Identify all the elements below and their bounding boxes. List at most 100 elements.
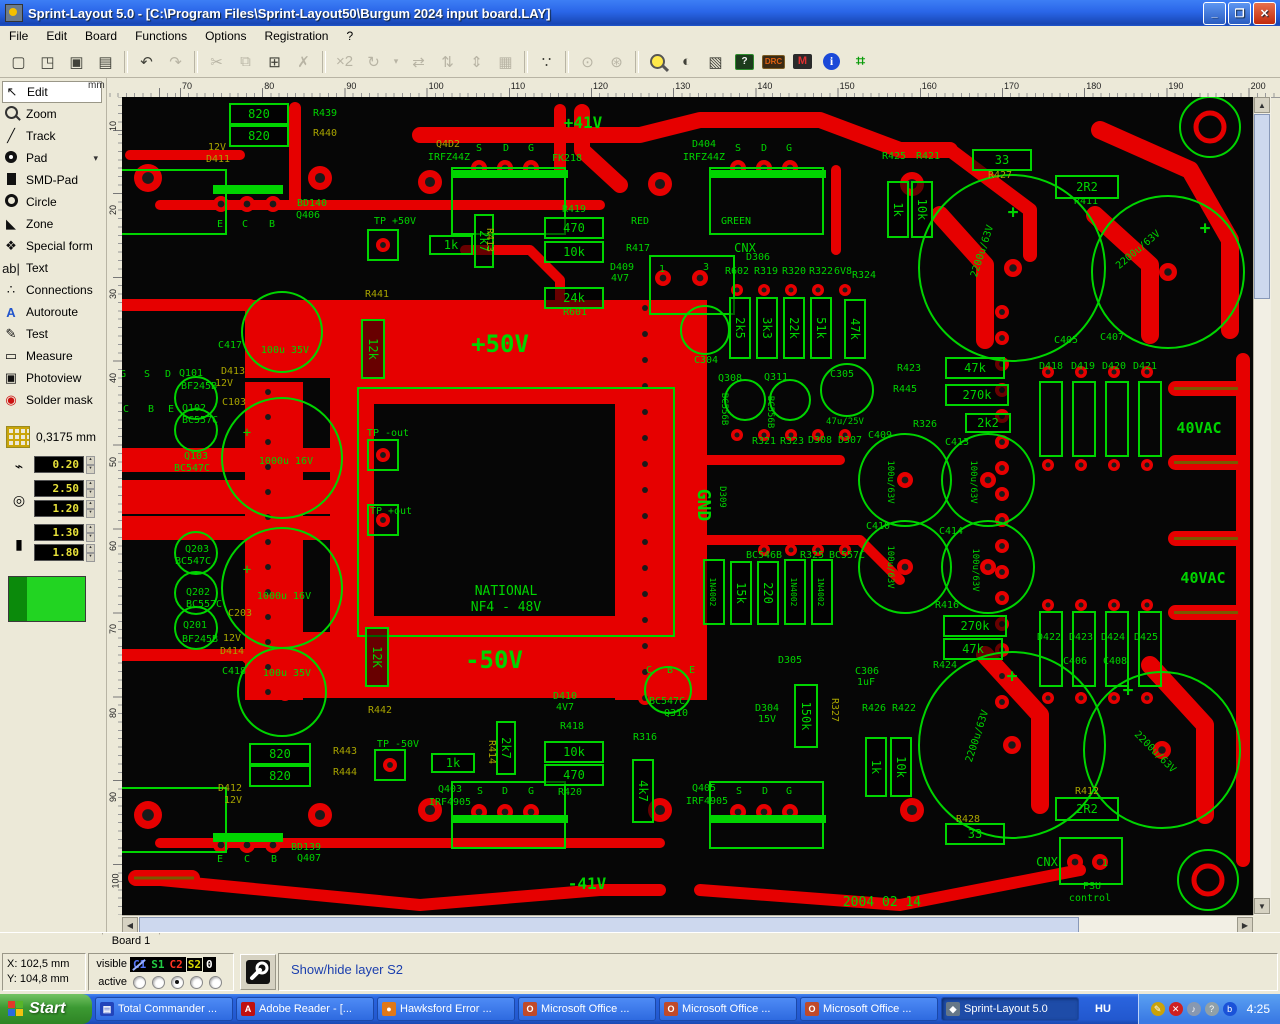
close-button[interactable]: ✕ (1253, 1, 1276, 25)
smd-size-value[interactable]: 1.30 (34, 524, 84, 541)
layer-active-radio-s1[interactable] (152, 975, 165, 989)
lock-all-button[interactable]: ⊛ (603, 48, 630, 75)
tool-solder-mask[interactable]: ◉ Solder mask (2, 389, 102, 411)
layer-active-radio-c2[interactable] (171, 975, 184, 989)
layer-chip-0[interactable]: 0 (205, 958, 214, 971)
minimize-button[interactable]: _ (1203, 1, 1226, 25)
vertical-scrollbar[interactable]: ▲ ▼ (1253, 97, 1271, 915)
layer-chip-c1[interactable]: C1 (132, 958, 147, 971)
info-button[interactable]: i (818, 48, 845, 75)
macro-button[interactable]: M (789, 48, 816, 75)
menu-file[interactable]: File (0, 27, 37, 45)
paste-button[interactable]: ⊞ (261, 48, 288, 75)
redo-button[interactable]: ↷ (162, 48, 189, 75)
undo-button[interactable]: ↶ (133, 48, 160, 75)
rotate-button[interactable]: ↻ (360, 48, 387, 75)
task-total-commander[interactable]: ▤ Total Commander ... (95, 997, 233, 1021)
tool-photoview[interactable]: ▣ Photoview (2, 367, 102, 389)
new-button[interactable]: ▢ (5, 48, 32, 75)
lock-button[interactable]: ⊙ (574, 48, 601, 75)
smd-size-spinner[interactable]: ▲ ▼ (86, 544, 95, 562)
vertical-scroll-thumb[interactable] (1254, 114, 1270, 299)
maximize-button[interactable]: ❐ (1228, 1, 1251, 25)
rotate-caret-button[interactable]: ▾ (389, 48, 403, 75)
pad-size-spinner[interactable]: ▲ ▼ (86, 480, 95, 498)
title-bar[interactable]: Sprint-Layout 5.0 - [C:\Program Files\Sp… (0, 0, 1280, 26)
menu-registration[interactable]: Registration (255, 27, 337, 45)
raster-button[interactable]: ▦ (492, 48, 519, 75)
tray-security-shield-icon[interactable]: ✕ (1168, 1002, 1183, 1016)
layer-chip-s1[interactable]: S1 (150, 958, 165, 971)
task-sprint-layout[interactable]: ◆ Sprint-Layout 5.0 (941, 997, 1079, 1021)
copy-button[interactable]: ⧉ (232, 48, 259, 75)
zoom-lens-button[interactable] (644, 48, 671, 75)
task-office[interactable]: O Microsoft Office ... (800, 997, 938, 1021)
tool-test[interactable]: ✎ Test (2, 323, 102, 345)
print-button[interactable]: ▤ (92, 48, 119, 75)
task-adobe-reader[interactable]: A Adobe Reader - [... (236, 997, 374, 1021)
pad-size-value[interactable]: 1.20 (34, 500, 84, 517)
tray-bluetooth-icon[interactable]: b (1222, 1002, 1237, 1016)
menu-?[interactable]: ? (337, 27, 362, 45)
task-office[interactable]: O Microsoft Office ... (659, 997, 797, 1021)
pad-dropdown-caret[interactable]: ▾ (93, 153, 102, 164)
tool-zone[interactable]: ◣ Zone (2, 213, 102, 235)
tool-smd-pad[interactable]: SMD-Pad (2, 169, 102, 191)
language-indicator[interactable]: HU (1087, 1000, 1119, 1018)
menu-options[interactable]: Options (196, 27, 255, 45)
pad-size-spinner[interactable]: ▲ ▼ (86, 500, 95, 518)
track-width-spinner[interactable]: ▲ ▼ (86, 456, 95, 474)
scroll-left-button[interactable]: ◀ (122, 917, 138, 933)
tray-volume-icon[interactable]: ♪ (1186, 1002, 1201, 1016)
tray-pen-icon[interactable]: ✎ (1150, 1002, 1165, 1016)
layer-active-radio-0[interactable] (209, 975, 222, 989)
layer-chip-s2[interactable]: S2 (185, 956, 204, 972)
tool-autoroute[interactable]: A Autoroute (2, 301, 102, 323)
mirror-horizontal-button[interactable]: ⇄ (405, 48, 432, 75)
connections-button[interactable]: ∵ (533, 48, 560, 75)
layer-active-radio-c1[interactable] (133, 975, 146, 989)
duplicate-button[interactable]: ×2 (331, 48, 358, 75)
tool-text[interactable]: ab| Text (2, 257, 102, 279)
horizontal-scrollbar[interactable]: ◀ ▶ (122, 915, 1253, 933)
footprint-button[interactable]: ⌗ (847, 48, 874, 75)
tool-special-form[interactable]: ❖ Special form (2, 235, 102, 257)
layer-chip-c2[interactable]: C2 (169, 958, 184, 971)
delete-button[interactable]: ✗ (290, 48, 317, 75)
menu-edit[interactable]: Edit (37, 27, 76, 45)
cut-button[interactable]: ✂ (203, 48, 230, 75)
task-office[interactable]: O Microsoft Office ... (518, 997, 656, 1021)
pad-size-value[interactable]: 2.50 (34, 480, 84, 497)
contrast-button[interactable]: ◐ (673, 48, 700, 75)
tool-measure[interactable]: ▭ Measure (2, 345, 102, 367)
smd-size-spinner[interactable]: ▲ ▼ (86, 524, 95, 542)
horizontal-scroll-thumb[interactable] (139, 917, 1079, 933)
scroll-right-button[interactable]: ▶ (1237, 917, 1253, 933)
flip-side-button[interactable]: ⇕ (463, 48, 490, 75)
board-tab[interactable]: Board 1 (102, 933, 160, 951)
menu-functions[interactable]: Functions (126, 27, 196, 45)
photoview-toolbar-button[interactable]: ▧ (702, 48, 729, 75)
scroll-down-button[interactable]: ▼ (1254, 898, 1270, 914)
layer-color-swatch[interactable] (8, 576, 86, 622)
tool-edit[interactable]: ↖ Edit (2, 81, 102, 103)
clock[interactable]: 4:25 (1247, 1002, 1270, 1016)
tool-circle[interactable]: Circle (2, 191, 102, 213)
layer-active-radio-s2[interactable] (190, 975, 203, 989)
tray-update-icon[interactable]: ? (1204, 1002, 1219, 1016)
test-mode-button[interactable]: ? (731, 48, 758, 75)
tool-connections[interactable]: ∴ Connections (2, 279, 102, 301)
smd-size-value[interactable]: 1.80 (34, 544, 84, 561)
drc-button[interactable]: DRC (760, 48, 787, 75)
tool-track[interactable]: ╱ Track (2, 125, 102, 147)
grid-setting[interactable]: 0,3175 mm (6, 426, 96, 448)
menu-board[interactable]: Board (76, 27, 126, 45)
mirror-vertical-button[interactable]: ⇅ (434, 48, 461, 75)
task-firefox[interactable]: ● Hawksford Error ... (377, 997, 515, 1021)
track-width-value[interactable]: 0.20 (34, 456, 84, 473)
scroll-up-button[interactable]: ▲ (1254, 97, 1270, 113)
layer-toggle-button[interactable] (240, 954, 276, 990)
save-button[interactable]: ▣ (63, 48, 90, 75)
tool-zoom[interactable]: Zoom (2, 103, 102, 125)
tool-pad[interactable]: Pad ▾ (2, 147, 102, 169)
